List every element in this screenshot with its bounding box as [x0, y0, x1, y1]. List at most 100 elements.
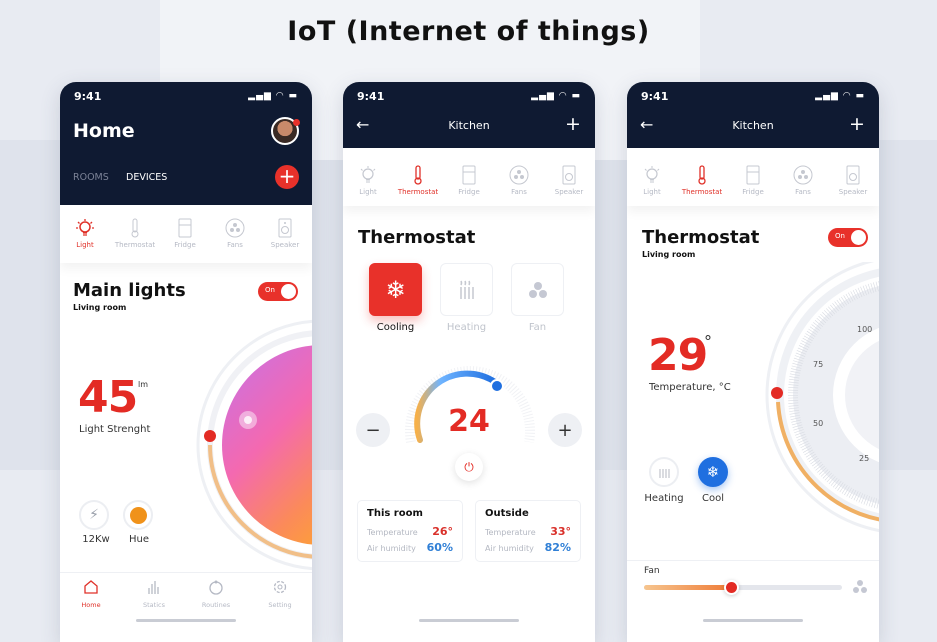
nav-routines[interactable]: Routines: [186, 579, 246, 609]
light-value-label: Light Strenght: [79, 424, 151, 435]
tab-rooms[interactable]: ROOMS: [73, 172, 109, 183]
nav-label: Routines: [201, 601, 231, 609]
light-value: 45: [78, 372, 138, 423]
fan-icon: [853, 580, 867, 593]
device-tabs: Light Thermostat Fridge Fans Speaker: [60, 205, 312, 263]
dial-handle[interactable]: [771, 387, 783, 399]
device-tab-label: Fridge: [742, 188, 764, 196]
device-tab-speaker[interactable]: Speaker: [544, 165, 594, 196]
temp-value: 26°: [432, 525, 453, 538]
brightness-handle[interactable]: [204, 430, 216, 442]
thermometer-icon: [698, 165, 706, 185]
humidity-label: Air humidity: [367, 544, 416, 553]
nav-home[interactable]: Home: [61, 579, 121, 609]
device-tab-thermostat[interactable]: Thermostat: [677, 165, 727, 196]
mode-fan-button[interactable]: [511, 263, 564, 316]
device-tab-speaker[interactable]: Speaker: [260, 218, 310, 249]
fan-label: Fan: [644, 566, 660, 576]
temperature-value: 29: [648, 330, 708, 381]
heater-icon: [659, 469, 670, 478]
screen-title: Kitchen: [732, 119, 774, 132]
phone-thermostat-screen: 9:41 ▂▄▆ ◠ ▬ ← Kitchen + Light Thermosta…: [627, 82, 879, 642]
power-usage-button[interactable]: ⚡: [79, 500, 109, 530]
decrease-button[interactable]: −: [356, 413, 390, 447]
device-tab-fridge[interactable]: Fridge: [444, 165, 494, 196]
bar-chart-icon: [148, 581, 159, 594]
fan-icon: [225, 218, 245, 238]
temperature-label: Temperature, °C: [649, 382, 731, 393]
speaker-icon: [846, 165, 860, 185]
degree-unit: °: [704, 332, 712, 351]
humidity-value: 60%: [426, 541, 453, 554]
fan-slider-fill: [644, 585, 732, 590]
toggle-label: On: [265, 286, 275, 294]
status-time: 9:41: [74, 90, 102, 103]
temp-value: 33°: [550, 525, 571, 538]
room-label: Living room: [642, 250, 696, 259]
fan-slider-knob[interactable]: [724, 580, 740, 595]
color-wheel[interactable]: [60, 312, 312, 572]
outside-card: Outside Temperature 33° Air humidity 82%: [475, 500, 581, 562]
bulb-icon: [76, 219, 94, 236]
add-button[interactable]: +: [275, 165, 299, 189]
device-tab-thermostat[interactable]: Thermostat: [110, 218, 160, 249]
heating-button[interactable]: [649, 457, 679, 487]
screen-title: Home: [73, 120, 135, 142]
screen-title: Kitchen: [448, 119, 490, 132]
nav-setting[interactable]: Setting: [250, 579, 310, 609]
hue-label: Hue: [128, 534, 149, 545]
device-tab-light[interactable]: Light: [343, 165, 393, 196]
dial-tick-label: 50: [813, 419, 824, 428]
gauge-knob[interactable]: [490, 379, 504, 393]
fan-slider[interactable]: [644, 580, 842, 595]
device-tab-fans[interactable]: Fans: [778, 165, 828, 196]
device-tab-thermostat[interactable]: Thermostat: [393, 165, 443, 196]
temp-label: Temperature: [485, 528, 536, 537]
mode-heating-button[interactable]: [440, 263, 493, 316]
device-tab-light[interactable]: Light: [627, 165, 677, 196]
speaker-icon: [562, 165, 576, 185]
device-tab-label: Light: [643, 188, 661, 196]
speaker-icon: [278, 218, 292, 238]
nav-statics[interactable]: Statics: [124, 579, 184, 609]
tab-devices[interactable]: DEVICES: [126, 172, 167, 183]
device-tab-fridge[interactable]: Fridge: [160, 218, 210, 249]
phone-home-screen: 9:41 ▂▄▆ ◠ ▬ Home ROOMS DEVICES + Light …: [60, 82, 312, 642]
home-indicator: [419, 619, 519, 622]
status-icons: ▂▄▆ ◠ ▬: [248, 91, 298, 101]
power-toggle[interactable]: On: [828, 228, 868, 247]
device-tab-label: Fridge: [174, 241, 196, 249]
light-unit: lm: [138, 380, 149, 389]
this-room-card: This room Temperature 26° Air humidity 60%: [357, 500, 463, 562]
mode-cooling-button[interactable]: ❄: [369, 263, 422, 316]
snowflake-icon: ❄: [385, 275, 406, 304]
dial-tick-label: 75: [813, 360, 824, 369]
card-title: This room: [367, 508, 423, 519]
home-icon: [84, 580, 98, 594]
card-title: Outside: [485, 508, 529, 519]
kitchen-header: 9:41 ▂▄▆ ◠ ▬ ← Kitchen +: [343, 82, 595, 148]
thermometer-icon: [414, 165, 422, 185]
cool-button[interactable]: ❄: [698, 457, 728, 487]
device-tab-fans[interactable]: Fans: [494, 165, 544, 196]
section-title: Thermostat: [358, 227, 476, 248]
home-indicator: [703, 619, 803, 622]
dial-tick-label: 25: [859, 454, 870, 463]
section-title: Thermostat: [642, 227, 760, 248]
increase-button[interactable]: +: [548, 413, 582, 447]
device-tab-label: Light: [76, 241, 94, 249]
dial-tick-label: 100: [857, 325, 873, 334]
power-toggle[interactable]: On: [258, 282, 298, 301]
nav-label: Statics: [143, 601, 165, 609]
device-tab-light[interactable]: Light: [60, 218, 110, 249]
hue-button[interactable]: [123, 500, 153, 530]
fan-icon: [793, 165, 813, 185]
device-tab-fridge[interactable]: Fridge: [728, 165, 778, 196]
nav-divider: [60, 572, 312, 573]
power-button[interactable]: ⏻: [455, 453, 483, 481]
add-button[interactable]: +: [565, 113, 581, 135]
device-tab-speaker[interactable]: Speaker: [828, 165, 878, 196]
device-tab-label: Fans: [795, 188, 811, 196]
device-tab-fans[interactable]: Fans: [210, 218, 260, 249]
add-button[interactable]: +: [849, 113, 865, 135]
